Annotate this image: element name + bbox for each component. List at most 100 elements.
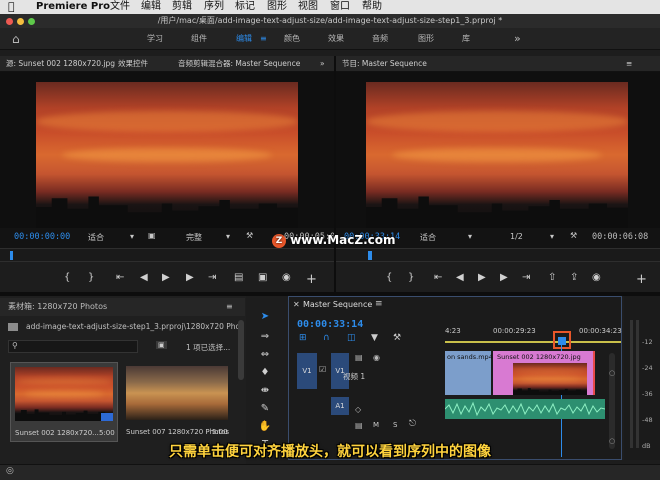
go-to-out-icon[interactable]: ⇥ bbox=[208, 272, 216, 283]
workspace-libraries[interactable]: 库 bbox=[462, 28, 470, 50]
app-menu[interactable]: Premiere Pro bbox=[36, 0, 110, 14]
workspace-menu-icon[interactable]: ≡ bbox=[260, 28, 267, 50]
ripple-edit-tool-icon[interactable]: ⇔ bbox=[258, 348, 272, 362]
dropdown-chevron-icon[interactable]: ▾ bbox=[468, 232, 472, 241]
timeline-vscrollbar[interactable] bbox=[609, 353, 615, 449]
program-fit-select[interactable]: 适合 bbox=[420, 232, 436, 243]
solo-button[interactable]: S bbox=[393, 421, 397, 429]
workspace-graphics[interactable]: 图形 bbox=[418, 28, 434, 50]
go-to-in-icon[interactable]: ⇤ bbox=[434, 272, 442, 283]
program-ratio-select[interactable]: 1/2 bbox=[510, 232, 523, 241]
play-icon[interactable]: ▶ bbox=[478, 272, 486, 283]
menu-view[interactable]: 视图 bbox=[298, 0, 318, 14]
workspace-audio[interactable]: 音频 bbox=[372, 28, 388, 50]
source-fit-select[interactable]: 适合 bbox=[88, 232, 104, 243]
track-a1[interactable]: A1 bbox=[331, 397, 349, 415]
lift-icon[interactable]: ⇧ bbox=[548, 272, 556, 283]
mark-in-icon[interactable]: { bbox=[64, 272, 70, 283]
slip-tool-icon[interactable]: ⇼ bbox=[258, 384, 272, 398]
mark-out-icon[interactable]: } bbox=[408, 272, 414, 283]
source-playhead[interactable] bbox=[10, 251, 13, 260]
menu-clip[interactable]: 剪辑 bbox=[172, 0, 192, 14]
sync-lock-icon[interactable]: ▤ bbox=[355, 421, 363, 430]
track-target-v1[interactable]: V1 bbox=[297, 353, 317, 389]
program-playhead[interactable] bbox=[368, 251, 372, 260]
dropdown-chevron-icon[interactable]: ▾ bbox=[226, 232, 230, 241]
video-clip[interactable]: on sands.mp4 bbox=[445, 351, 493, 395]
mark-out-icon[interactable]: } bbox=[88, 272, 94, 283]
scroll-handle-icon[interactable]: ○ bbox=[609, 369, 615, 377]
mute-button[interactable]: M bbox=[373, 421, 379, 429]
wrench-icon[interactable]: ⚒ bbox=[393, 333, 401, 343]
menu-marker[interactable]: 标记 bbox=[235, 0, 255, 14]
eye-icon[interactable]: ◉ bbox=[373, 353, 380, 362]
panel-more-icon[interactable]: » bbox=[320, 56, 325, 72]
home-icon[interactable]: ⌂ bbox=[12, 28, 20, 50]
step-back-icon[interactable]: ◀ bbox=[140, 272, 148, 283]
menu-sequence[interactable]: 序列 bbox=[204, 0, 224, 14]
work-area-bar[interactable] bbox=[445, 341, 621, 343]
wrench-icon[interactable]: ⚒ bbox=[570, 231, 577, 240]
apple-icon[interactable]:  bbox=[8, 0, 15, 14]
close-tab-icon[interactable]: ✕ bbox=[293, 300, 300, 309]
nest-icon[interactable]: ⊞ bbox=[299, 333, 307, 343]
add-button-icon[interactable]: + bbox=[636, 272, 647, 287]
workspace-learn[interactable]: 学习 bbox=[147, 28, 163, 50]
play-icon[interactable]: ▶ bbox=[162, 272, 170, 283]
track-select-tool-icon[interactable]: ⇒ bbox=[258, 330, 272, 344]
sequence-timecode[interactable]: 00:00:33:14 bbox=[297, 319, 363, 330]
workspace-more-icon[interactable]: » bbox=[514, 28, 521, 50]
workspace-editing[interactable]: 编辑 bbox=[236, 28, 252, 50]
source-viewer[interactable] bbox=[0, 72, 334, 228]
lock-icon[interactable]: ☑ bbox=[319, 365, 326, 374]
panel-menu-icon[interactable]: ≡ bbox=[375, 299, 383, 309]
timeline-ruler[interactable]: 4:23 00:00:29:23 00:00:34:23 bbox=[445, 323, 622, 347]
overwrite-icon[interactable]: ▣ bbox=[258, 272, 267, 283]
linked-selection-icon[interactable]: ◫ bbox=[347, 333, 356, 343]
program-time-ruler[interactable] bbox=[336, 248, 660, 262]
menu-file[interactable]: 文件 bbox=[110, 0, 130, 14]
mark-in-icon[interactable]: { bbox=[386, 272, 392, 283]
razor-tool-icon[interactable]: ♦ bbox=[258, 366, 272, 380]
playhead-handle[interactable] bbox=[558, 337, 566, 345]
step-forward-icon[interactable]: ▶ bbox=[186, 272, 194, 283]
close-window-icon[interactable] bbox=[6, 18, 13, 25]
add-marker-icon[interactable]: ▼ bbox=[371, 333, 378, 343]
program-monitor-title[interactable]: 节目: Master Sequence bbox=[342, 56, 427, 72]
hand-tool-icon[interactable]: ✋ bbox=[258, 420, 272, 434]
sync-lock-icon[interactable]: ▤ bbox=[355, 353, 363, 362]
panel-menu-icon[interactable]: ≡ bbox=[626, 56, 632, 72]
tab-source[interactable]: 源: Sunset 002 1280x720.jpg bbox=[6, 56, 116, 73]
step-back-icon[interactable]: ◀ bbox=[456, 272, 464, 283]
project-search-input[interactable]: ⚲ bbox=[8, 340, 138, 353]
video-clip-selected[interactable]: Sunset 002 1280x720.jpg bbox=[493, 351, 593, 395]
menu-help[interactable]: 帮助 bbox=[362, 0, 382, 14]
go-to-in-icon[interactable]: ⇤ bbox=[116, 272, 124, 283]
thumbnail-card[interactable]: Sunset 002 1280x720... 5:00 bbox=[10, 362, 118, 442]
workspace-effects[interactable]: 效果 bbox=[328, 28, 344, 50]
sequence-tab[interactable]: Master Sequence bbox=[303, 300, 372, 309]
microphone-icon[interactable]: ⎋ bbox=[409, 419, 416, 429]
step-forward-icon[interactable]: ▶ bbox=[500, 272, 508, 283]
pen-tool-icon[interactable]: ✎ bbox=[258, 402, 272, 416]
panel-menu-icon[interactable]: ≡ bbox=[226, 298, 233, 316]
program-viewer[interactable] bbox=[336, 72, 660, 228]
insert-icon[interactable]: ▤ bbox=[234, 272, 243, 283]
project-scrollbar[interactable] bbox=[238, 320, 244, 380]
thumbnail-card[interactable]: Sunset 007 1280x720 Photos 5:00 bbox=[124, 362, 234, 442]
tab-effect-controls[interactable]: 效果控件 bbox=[118, 56, 148, 72]
menu-edit[interactable]: 编辑 bbox=[141, 0, 161, 14]
export-frame-icon[interactable]: ◉ bbox=[592, 272, 601, 283]
dropdown-chevron-icon[interactable]: ▾ bbox=[550, 232, 554, 241]
wrench-icon[interactable]: ⚒ bbox=[246, 231, 253, 240]
zoom-window-icon[interactable] bbox=[28, 18, 35, 25]
status-icon[interactable]: ◎ bbox=[6, 466, 14, 476]
snap-icon[interactable]: ∩ bbox=[323, 333, 330, 343]
source-timecode[interactable]: 00:00:00:00 bbox=[14, 232, 70, 242]
minimize-window-icon[interactable] bbox=[17, 18, 24, 25]
new-bin-icon[interactable]: ▣ bbox=[156, 341, 167, 349]
menu-window[interactable]: 窗口 bbox=[330, 0, 350, 14]
workspace-assembly[interactable]: 组件 bbox=[191, 28, 207, 50]
workspace-color[interactable]: 颜色 bbox=[284, 28, 300, 50]
audio-clip[interactable] bbox=[445, 399, 605, 419]
